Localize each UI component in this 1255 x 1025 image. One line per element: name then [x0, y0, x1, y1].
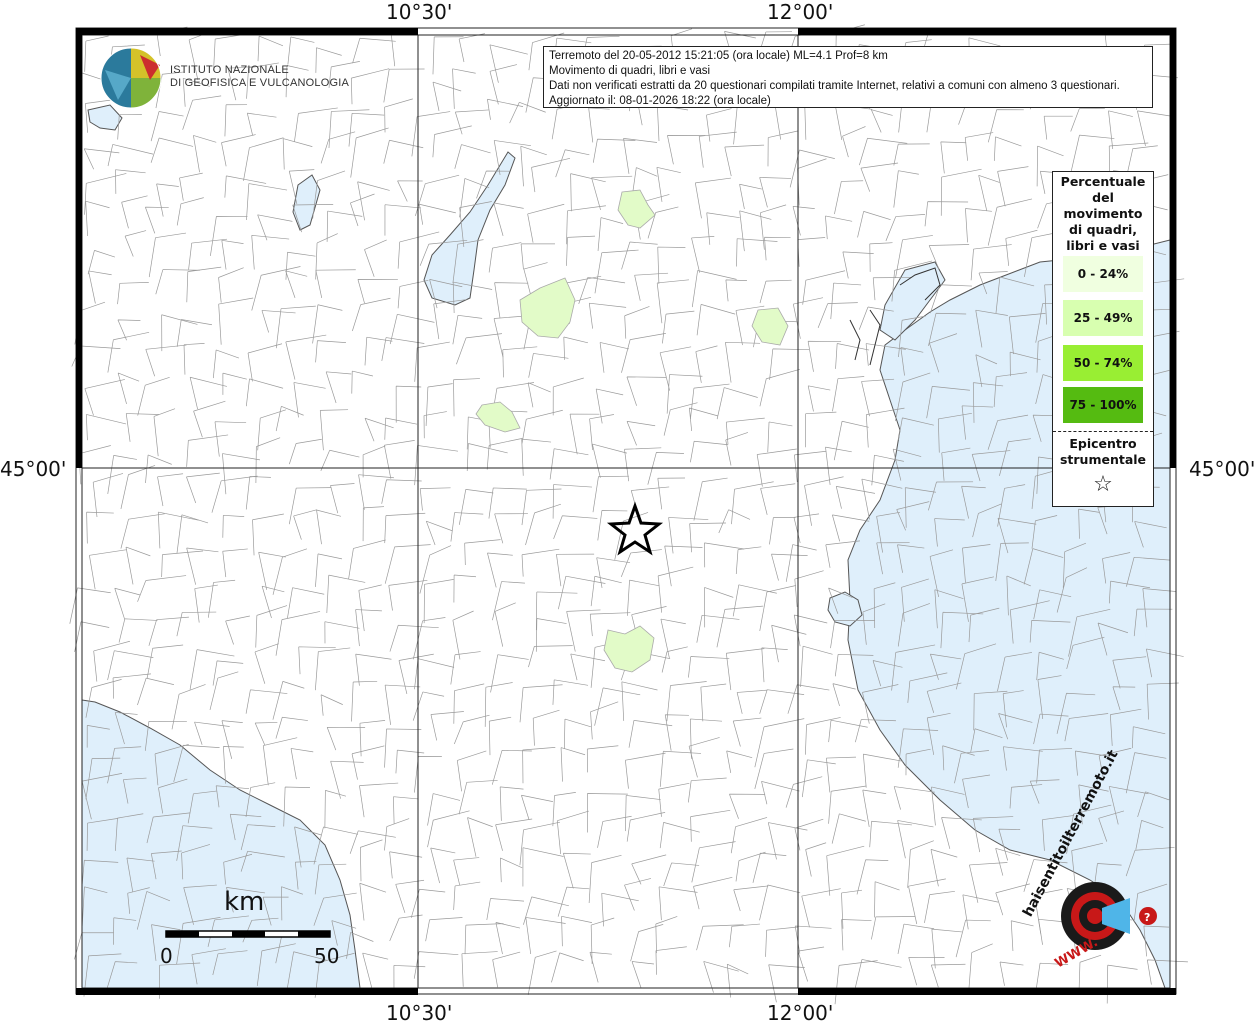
legend-title: Percentuale del movimento di quadri, lib… — [1060, 174, 1146, 253]
lon-label-bottom-2: 12°00' — [767, 1001, 834, 1025]
legend-star-icon: ☆ — [1093, 472, 1113, 497]
scale-end: 50 — [314, 944, 340, 968]
intensity-map: ? WWW. — [69, 24, 1188, 1005]
legend-class-1: 0 - 24% — [1063, 256, 1143, 292]
svg-text:?: ? — [1144, 911, 1150, 924]
lon-label-bottom-1: 10°30' — [386, 1001, 453, 1025]
ingv-logo-icon — [100, 47, 162, 109]
info-line-1: Terremoto del 20-05-2012 15:21:05 (ora l… — [549, 50, 888, 62]
info-line-4: Aggiornato il: 08-01-2026 18:22 (ora loc… — [549, 95, 771, 107]
legend-epicenter-label: Epicentro strumentale — [1059, 436, 1147, 467]
info-line-2: Movimento di quadri, libri e vasi — [549, 65, 711, 77]
event-info-box: Terremoto del 20-05-2012 15:21:05 (ora l… — [543, 46, 1153, 108]
info-line-3: Dati non verificati estratti da 20 quest… — [549, 80, 1120, 92]
scale-bar — [165, 930, 331, 938]
legend-separator — [1053, 431, 1153, 432]
legend: Percentuale del movimento di quadri, lib… — [1052, 171, 1154, 507]
legend-class-3: 50 - 74% — [1063, 345, 1143, 381]
lat-label-right: 45°00' — [1189, 457, 1255, 481]
legend-class-2: 25 - 49% — [1063, 300, 1143, 336]
scale-start: 0 — [160, 944, 173, 968]
lat-label-left: 45°00' — [0, 457, 67, 481]
ingv-logo-text: ISTITUTO NAZIONALE DI GEOFISICA E VULCAN… — [170, 64, 349, 90]
lon-label-top-1: 10°30' — [386, 0, 453, 24]
scale-title: km — [224, 887, 265, 917]
ingv-logo-line1: ISTITUTO NAZIONALE — [170, 64, 289, 76]
ingv-logo-line2: DI GEOFISICA E VULCANOLOGIA — [170, 77, 349, 89]
legend-class-4: 75 - 100% — [1063, 387, 1143, 423]
lon-label-top-2: 12°00' — [767, 0, 834, 24]
